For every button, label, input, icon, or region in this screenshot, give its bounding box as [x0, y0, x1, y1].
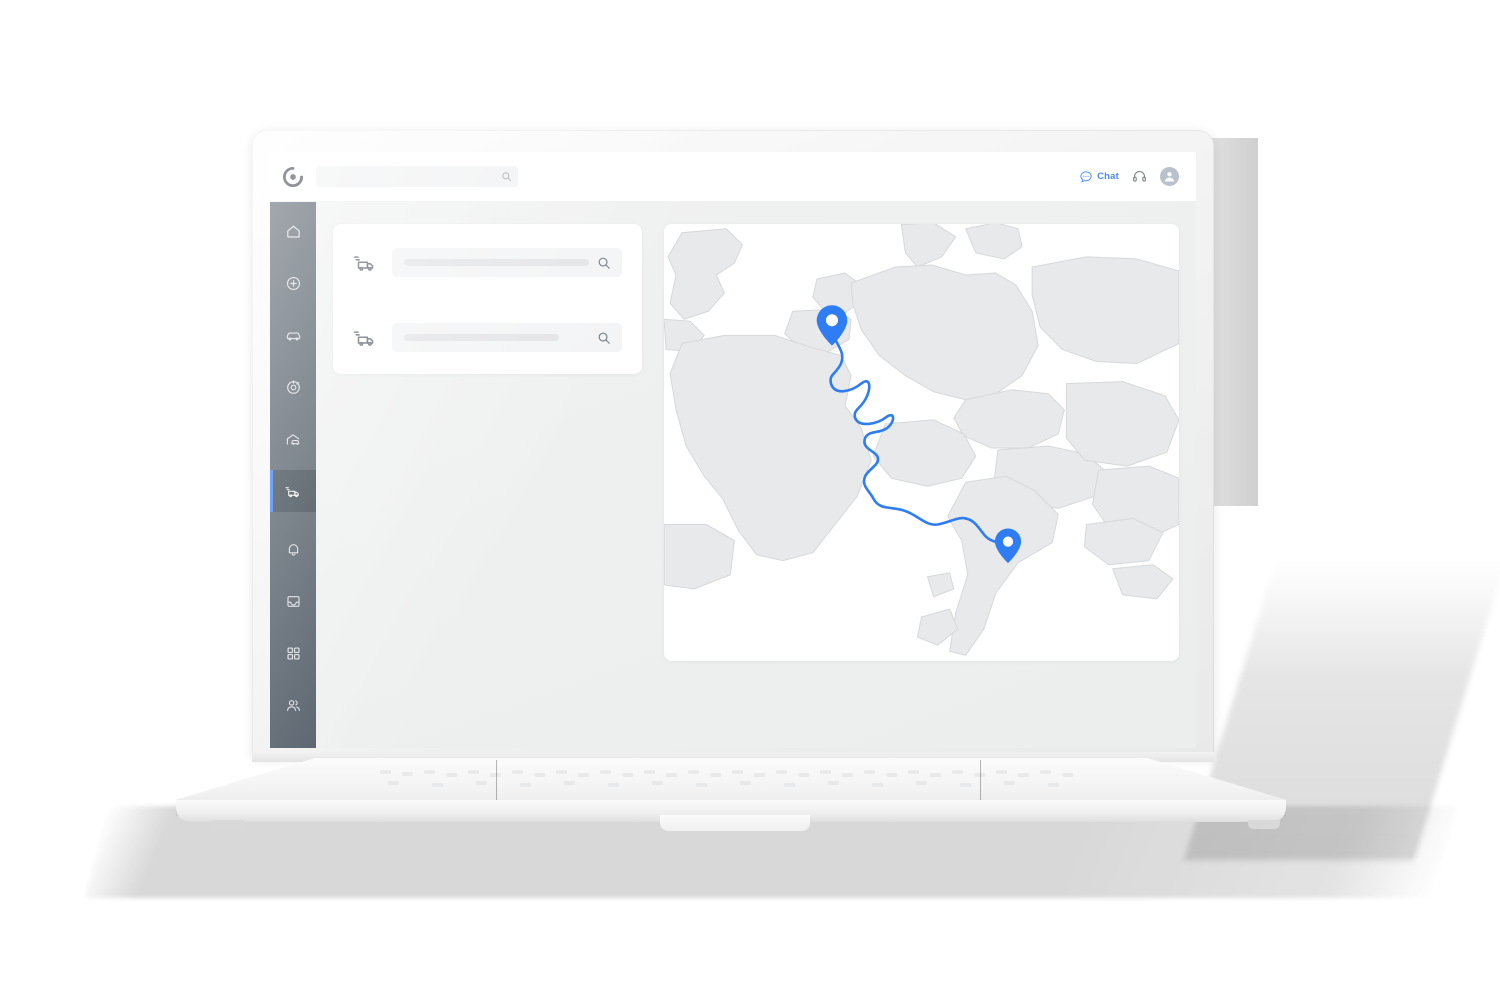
chat-button-label: Chat	[1097, 171, 1119, 182]
user-avatar[interactable]	[1160, 167, 1179, 186]
delivery-truck-icon	[284, 486, 299, 497]
search-row-origin	[353, 248, 622, 277]
search-icon	[502, 172, 512, 182]
app-header: Chat	[270, 152, 1196, 202]
delivery-truck-icon	[353, 256, 374, 271]
headset-icon[interactable]	[1132, 169, 1147, 184]
route-map-card[interactable]	[664, 224, 1179, 661]
loading-placeholder-bar	[404, 259, 589, 266]
sidebar-item-home[interactable]	[270, 210, 316, 252]
shipment-search-card	[333, 224, 642, 374]
user-avatar-icon	[1164, 172, 1175, 182]
chat-button[interactable]: Chat	[1079, 170, 1119, 184]
screenshot-stage: Chat	[0, 0, 1500, 1008]
home-icon	[286, 225, 300, 238]
sidebar-item-add[interactable]	[270, 262, 316, 304]
sidebar-bottom-group	[270, 528, 316, 748]
destination-search-input[interactable]	[392, 323, 622, 352]
car-garage-icon	[286, 433, 299, 445]
people-icon	[286, 699, 300, 711]
plus-circle-icon	[286, 276, 300, 290]
trackpad-notch[interactable]	[660, 815, 810, 831]
laptop-keyboard	[372, 764, 1112, 794]
sidebar-item-notifications[interactable]	[270, 528, 316, 570]
sidebar-item-users[interactable]	[270, 684, 316, 726]
main-content	[316, 202, 1196, 748]
car-icon	[286, 331, 300, 340]
bell-icon	[288, 543, 298, 556]
search-icon[interactable]	[597, 256, 611, 270]
laptop-foot-right	[1248, 820, 1280, 829]
sidebar-item-garage[interactable]	[270, 418, 316, 460]
header-actions: Chat	[1079, 167, 1196, 186]
origin-search-input[interactable]	[392, 248, 622, 277]
sidebar-item-inbox[interactable]	[270, 580, 316, 622]
base-seam-left	[496, 760, 497, 800]
global-search-input[interactable]	[316, 166, 518, 187]
sidebar-item-tracking[interactable]	[270, 366, 316, 408]
delivery-truck-icon	[353, 331, 374, 346]
search-row-destination	[353, 323, 622, 352]
chat-bubble-icon	[1080, 170, 1092, 182]
app-logo[interactable]	[270, 166, 316, 188]
sidebar-item-transport[interactable]	[270, 470, 316, 512]
sidebar-nav	[270, 202, 316, 748]
laptop-screen: Chat	[270, 152, 1196, 748]
sidebar-item-apps[interactable]	[270, 632, 316, 674]
search-icon[interactable]	[597, 331, 611, 345]
base-seam-right	[980, 760, 981, 800]
target-compass-icon	[286, 380, 300, 394]
grid-apps-icon	[286, 646, 300, 660]
sidebar-item-car[interactable]	[270, 314, 316, 356]
target-logo-icon	[283, 166, 304, 187]
laptop-foot-left	[212, 820, 244, 829]
loading-placeholder-bar	[404, 334, 559, 341]
europe-map	[664, 224, 1179, 661]
inbox-icon	[286, 595, 300, 607]
